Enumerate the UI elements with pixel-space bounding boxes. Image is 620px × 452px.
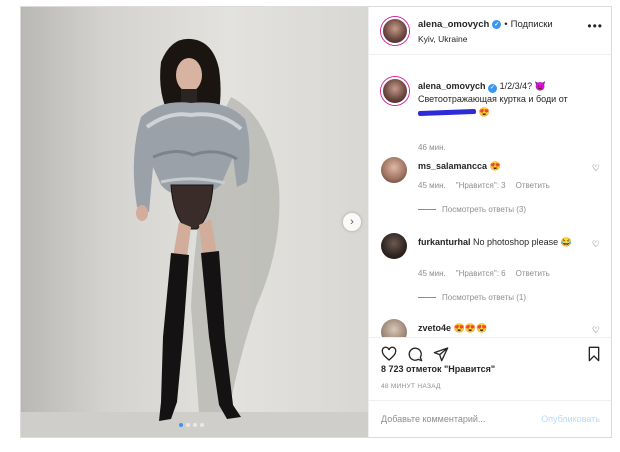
comments-list[interactable]: alena_omovych ✓ 1/2/3/4? 😈 Светоотражающ… <box>369 55 611 337</box>
avatar[interactable] <box>381 17 409 45</box>
reply-button[interactable]: Ответить <box>516 181 550 190</box>
post-author[interactable]: alena_omovych <box>418 19 489 30</box>
bookmark-icon[interactable] <box>586 346 602 362</box>
comment-text: ms_salamancca 😍 <box>418 160 588 173</box>
photo-illustration <box>21 38 368 437</box>
post-timestamp[interactable]: 48 МИНУТ НАЗАД <box>381 383 441 390</box>
avatar[interactable] <box>381 77 409 105</box>
heart-icon[interactable]: ♡ <box>592 325 600 336</box>
heart-icon[interactable]: ♡ <box>592 163 600 174</box>
post-location[interactable]: Kyiv, Ukraine <box>418 34 467 44</box>
comment-time[interactable]: 45 мин. <box>418 181 446 190</box>
comment-likes[interactable]: "Нравится": 6 <box>456 269 506 278</box>
comment-body: 😍 <box>489 161 501 171</box>
caption-time[interactable]: 46 мин. <box>418 143 446 152</box>
redacted-mark <box>417 109 477 117</box>
more-options-icon[interactable]: ••• <box>587 19 603 33</box>
comment-meta: 45 мин. "Нравится": 3 Ответить <box>418 181 550 190</box>
verified-icon: ✓ <box>488 84 498 93</box>
comment-user[interactable]: zveto4e <box>418 323 451 333</box>
chevron-right-icon: › <box>350 216 354 228</box>
caption-line2: Светоотражающая куртка и боди от <box>418 94 568 104</box>
comment-time[interactable]: 45 мин. <box>418 269 446 278</box>
heart-icon[interactable] <box>381 346 397 362</box>
divider <box>418 297 436 298</box>
comment-input[interactable]: Добавьте комментарий... <box>381 414 485 424</box>
next-photo-button[interactable]: › <box>343 213 361 231</box>
caption-line1: 1/2/3/4? <box>499 81 533 91</box>
comment-text: furkanturhal No photoshop please 😂 <box>418 236 588 249</box>
separator: • <box>504 19 508 30</box>
post-modal: › alena_omovych ✓ • Подписки Kyiv, Ukrai… <box>20 6 612 438</box>
caption-author[interactable]: alena_omovych <box>418 81 486 91</box>
comment-text: zveto4e 😍😍😍 <box>418 322 588 335</box>
comment-body: 😍😍😍 <box>453 323 488 333</box>
view-replies[interactable]: Посмотреть ответы (3) <box>418 205 526 214</box>
view-replies[interactable]: Посмотреть ответы (1) <box>418 293 526 302</box>
comment-icon[interactable] <box>407 346 423 362</box>
action-bar <box>369 337 611 365</box>
comment-likes[interactable]: "Нравится": 3 <box>456 181 506 190</box>
carousel-dot <box>186 423 190 427</box>
comment-body: No photoshop please 😂 <box>473 237 572 247</box>
divider <box>418 209 436 210</box>
comment-user[interactable]: furkanturhal <box>418 237 471 247</box>
following-button[interactable]: Подписки <box>511 19 553 30</box>
publish-button[interactable]: Опубликовать <box>541 414 600 424</box>
carousel-dot <box>200 423 204 427</box>
avatar[interactable] <box>381 157 407 183</box>
comment-meta: 45 мин. "Нравится": 6 Ответить <box>418 269 550 278</box>
post-header: alena_omovych ✓ • Подписки Kyiv, Ukraine… <box>369 7 611 55</box>
avatar[interactable] <box>381 319 407 337</box>
caption-text: alena_omovych ✓ 1/2/3/4? 😈 Светоотражающ… <box>417 80 603 119</box>
share-icon[interactable] <box>433 346 449 362</box>
post-photo[interactable]: › <box>21 7 368 437</box>
heart-icon[interactable]: ♡ <box>592 239 600 250</box>
avatar[interactable] <box>381 233 407 259</box>
carousel-dots <box>179 423 204 427</box>
post-author-row: alena_omovych ✓ • Подписки <box>418 19 553 30</box>
carousel-dot <box>179 423 183 427</box>
post-side-panel: alena_omovych ✓ • Подписки Kyiv, Ukraine… <box>368 7 611 437</box>
comment-user[interactable]: ms_salamancca <box>418 161 487 171</box>
view-replies-label[interactable]: Посмотреть ответы (1) <box>442 293 526 302</box>
comment-composer: Добавьте комментарий... Опубликовать <box>369 400 611 437</box>
likes-count[interactable]: 8 723 отметок "Нравится" <box>381 364 495 374</box>
devil-emoji: 😈 <box>534 81 546 91</box>
view-replies-label[interactable]: Посмотреть ответы (3) <box>442 205 526 214</box>
reply-button[interactable]: Ответить <box>516 269 550 278</box>
verified-icon: ✓ <box>492 20 502 29</box>
carousel-dot <box>193 423 197 427</box>
heart-eyes-emoji: 😍 <box>478 107 490 117</box>
